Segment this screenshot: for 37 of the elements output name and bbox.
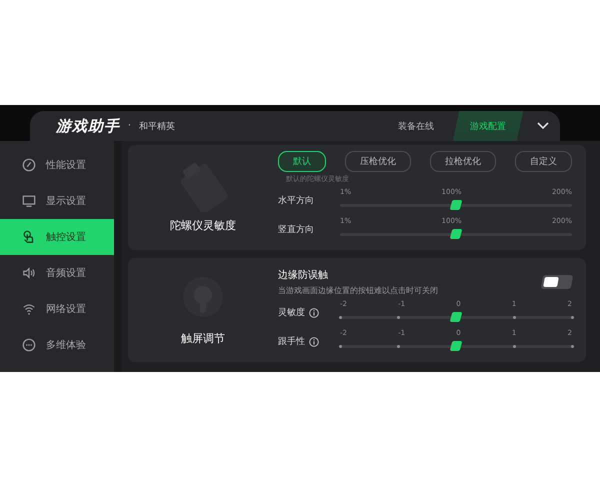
slider-label: 水平方向	[278, 194, 314, 207]
header-tab[interactable]: 游戏配置	[452, 111, 524, 141]
section-title: 触屏调节	[181, 330, 225, 346]
slider-label: 灵敏度	[278, 306, 305, 319]
slider-thumb[interactable]	[450, 341, 462, 351]
monitor-icon	[22, 194, 36, 208]
slider-label: 跟手性	[278, 336, 305, 348]
more-icon	[22, 338, 36, 352]
preset-tab[interactable]: 自定义	[515, 151, 572, 172]
game-name: 和平精英	[138, 120, 175, 132]
slider-thumb[interactable]	[450, 229, 462, 239]
separator: ·	[128, 121, 131, 131]
sidebar-item[interactable]: 触控设置	[0, 219, 114, 255]
preset-tab[interactable]: 压枪优化	[345, 151, 411, 172]
header-tab[interactable]: 装备在线	[384, 111, 448, 141]
app-logo: 游戏助手	[56, 116, 120, 136]
slider-label: 竖直方向	[278, 224, 314, 236]
sidebar-item[interactable]: 多维体验	[0, 327, 114, 363]
speaker-icon	[22, 266, 36, 280]
hand-pointer-icon	[22, 230, 36, 244]
info-icon[interactable]	[309, 308, 319, 318]
sidebar-item[interactable]: 音频设置	[0, 255, 114, 291]
toggle-switch[interactable]	[540, 275, 574, 289]
info-icon[interactable]	[309, 336, 319, 346]
preset-tab[interactable]: 拉枪优化	[430, 151, 496, 172]
sidebar-item[interactable]: 网络设置	[0, 291, 114, 327]
setting-title: 边缘防误触	[278, 268, 329, 282]
chevron-down-icon[interactable]	[536, 121, 550, 131]
slider-thumb[interactable]	[450, 312, 462, 322]
slider-thumb[interactable]	[450, 200, 462, 210]
gauge-icon	[22, 158, 36, 172]
sidebar-item[interactable]: 显示设置	[0, 183, 114, 219]
section-title: 陀螺仪灵敏度	[170, 218, 236, 233]
preset-tab[interactable]: 默认	[278, 151, 326, 172]
sidebar-item[interactable]: 性能设置	[0, 147, 114, 183]
setting-description: 当游戏画面边缘位置的按钮难以点击时可关闭	[278, 285, 439, 296]
wifi-icon	[22, 302, 36, 316]
